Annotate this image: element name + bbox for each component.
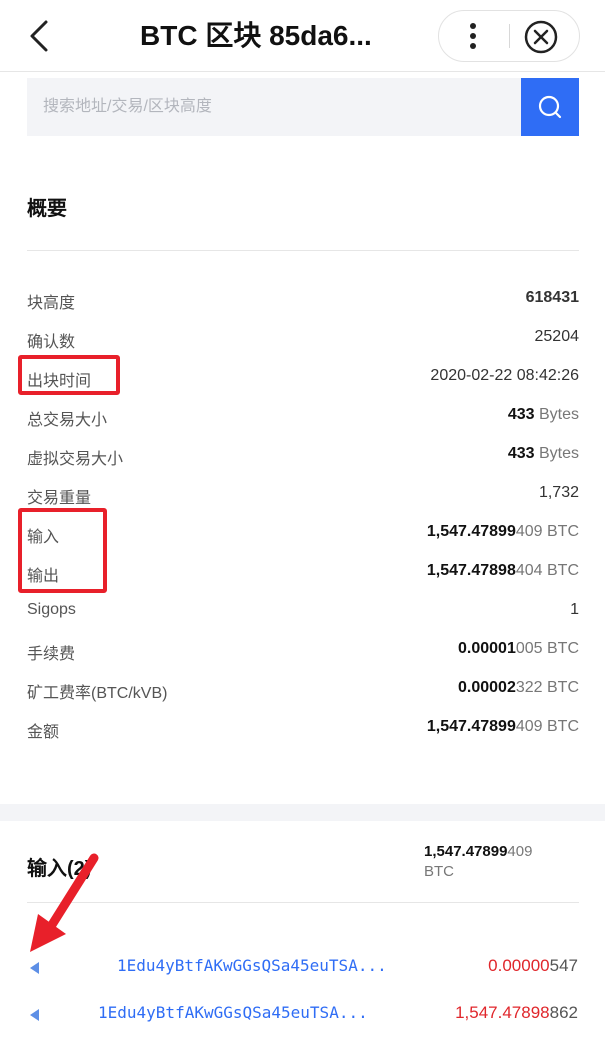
expand-triangle-icon[interactable] — [30, 1009, 39, 1021]
total-main: 1,547.47899 — [424, 843, 508, 860]
row-value: 433 Bytes — [508, 406, 579, 424]
row-virtual-size: 虚拟交易大小 433 Bytes — [27, 437, 579, 476]
annotation-arrow-icon — [30, 853, 99, 952]
top-bar: BTC 区块 85da6... — [0, 0, 605, 72]
value-main: 433 — [507, 445, 535, 462]
total-tail: 409 — [507, 843, 533, 860]
page-title: BTC 区块 85da6... — [140, 20, 372, 51]
row-value: 1 — [570, 601, 579, 618]
row-value: 0.00001005 BTC — [458, 640, 579, 658]
search-icon — [538, 95, 562, 119]
search-button[interactable] — [521, 78, 579, 136]
search-input[interactable] — [27, 78, 521, 136]
value-main: 1,547.47898 — [426, 562, 516, 579]
value-tail: 005 BTC — [515, 640, 579, 657]
expand-triangle-icon[interactable] — [30, 962, 39, 974]
annotation-box-block-time — [18, 355, 120, 395]
input-address-link[interactable]: 1Edu4yBtfAKwGGsQSa45euTSA... — [98, 1003, 368, 1022]
row-fee-rate: 矿工费率(BTC/kVB) 0.00002322 BTC — [27, 671, 579, 710]
capsule-divider — [509, 24, 510, 48]
row-fee: 手续费 0.00001005 BTC — [27, 632, 579, 671]
total-unit: BTC — [424, 863, 454, 880]
row-label: 总交易大小 — [27, 412, 108, 429]
value-tail: 409 BTC — [515, 718, 579, 735]
chevron-left-icon — [30, 20, 48, 52]
inputs-total: 1,547.47899409 BTC — [424, 842, 574, 882]
more-button[interactable] — [453, 17, 493, 55]
row-value: 1,547.47899409 BTC — [427, 523, 579, 541]
value-unit: Bytes — [538, 445, 579, 462]
close-circle-icon — [524, 20, 558, 54]
amount-main: 0.00000 — [488, 956, 550, 975]
value-tail: 322 BTC — [515, 679, 579, 696]
value-main: 0.00002 — [458, 679, 516, 696]
row-label: 虚拟交易大小 — [27, 451, 124, 468]
row-value: 1,547.47898404 BTC — [427, 562, 579, 580]
row-label: 矿工费率(BTC/kVB) — [27, 685, 168, 702]
value-main: 1,547.47899 — [426, 523, 516, 540]
row-sigops: Sigops 1 — [27, 593, 579, 632]
annotation-box-input-output — [18, 508, 107, 593]
more-vertical-icon — [470, 23, 476, 49]
input-address-link[interactable]: 1Edu4yBtfAKwGGsQSa45euTSA... — [117, 956, 387, 975]
value-tail: 404 BTC — [515, 562, 579, 579]
amount-tail: 547 — [549, 956, 578, 975]
row-label: 金额 — [27, 724, 60, 741]
row-output: 输出 1,547.47898404 BTC — [27, 554, 579, 593]
row-confirmations: 确认数 25204 — [27, 320, 579, 359]
row-label: 块高度 — [27, 295, 76, 312]
row-value: 2020-02-22 08:42:26 — [430, 367, 579, 384]
row-total-size: 总交易大小 433 Bytes — [27, 398, 579, 437]
row-label: 手续费 — [27, 646, 76, 663]
row-input: 输入 1,547.47899409 BTC — [27, 515, 579, 554]
value-main: 433 — [507, 406, 535, 423]
amount-main: 1,547.47898 — [455, 1003, 550, 1022]
row-value: 1,732 — [538, 484, 579, 501]
row-value: 1,547.47899409 BTC — [427, 718, 579, 736]
value-unit: Bytes — [538, 406, 579, 423]
row-value: 0.00002322 BTC — [458, 679, 579, 697]
row-label: 交易重量 — [27, 490, 92, 507]
row-label: Sigops — [27, 601, 76, 618]
input-amount: 0.00000547 — [488, 956, 578, 976]
close-button[interactable] — [523, 19, 559, 55]
row-block-height: 块高度 618431 — [27, 281, 579, 320]
overview-title: 概要 — [27, 198, 67, 220]
overview-divider — [27, 250, 579, 251]
section-gap — [0, 804, 605, 821]
row-value: 618431 — [525, 289, 579, 306]
row-label: 确认数 — [27, 334, 76, 351]
value-main: 0.00001 — [458, 640, 516, 657]
row-value: 25204 — [534, 328, 580, 345]
search-bar — [27, 78, 579, 136]
back-button[interactable] — [24, 18, 60, 54]
mini-program-capsule — [438, 10, 580, 62]
amount-tail: 862 — [549, 1003, 578, 1022]
row-amount: 金额 1,547.47899409 BTC — [27, 710, 579, 749]
input-row: 1Edu4yBtfAKwGGsQSa45euTSA... 1,547.47898… — [0, 997, 605, 1035]
row-weight: 交易重量 1,732 — [27, 476, 579, 515]
value-main: 1,547.47899 — [426, 718, 516, 735]
value-tail: 409 BTC — [515, 523, 579, 540]
input-amount: 1,547.47898862 — [455, 1003, 578, 1023]
row-value: 433 Bytes — [508, 445, 579, 463]
